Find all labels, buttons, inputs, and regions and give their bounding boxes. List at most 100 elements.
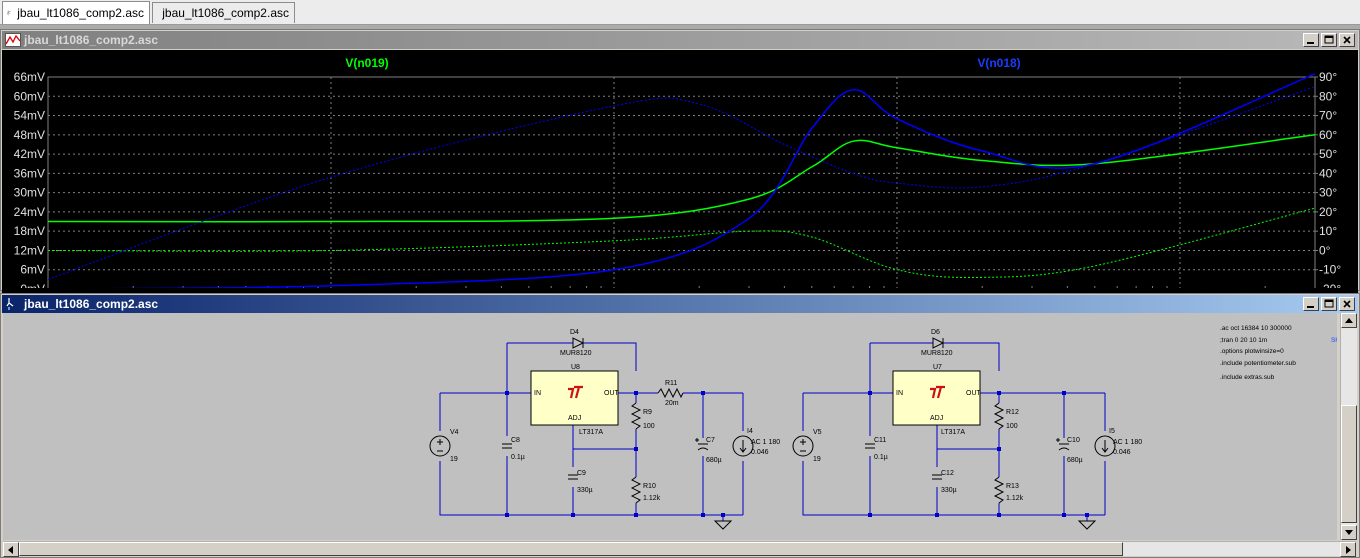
y-right-tick-label: 70°	[1319, 109, 1337, 123]
scroll-right-button[interactable]	[1340, 542, 1356, 557]
y-right-axis: 90° 80° 70° 60° 50° 40° 30° 20° 10° 0° -10° -20°	[1315, 70, 1341, 288]
reg-ref: U8	[571, 364, 580, 371]
resistor-r11[interactable]	[657, 387, 684, 399]
diode-d4[interactable]	[572, 337, 585, 349]
schematic-icon	[6, 298, 14, 310]
resistor-r13[interactable]	[993, 476, 1005, 504]
maximize-button[interactable]	[1321, 297, 1337, 311]
load-value-ac: AC 1 180	[1113, 439, 1142, 446]
rbot-ref: R10	[643, 483, 656, 490]
cin-value: 0.1µ	[874, 454, 888, 461]
current-source-i5[interactable]	[1094, 435, 1116, 457]
cadj-ref: C12	[941, 470, 954, 477]
circuit-2: D6 MUR8120 U7 IN OUT ADJ LT317A V5 19 C1…	[792, 329, 1142, 530]
rtop-value: 100	[643, 423, 655, 430]
tab-label: jbau_lt1086_comp2.asc	[162, 6, 289, 20]
rbot-ref: R13	[1006, 483, 1019, 490]
schematic-canvas[interactable]: D4 MUR8120 U8 IN OUT ADJ LT317A V4 19 C8…	[3, 313, 1337, 540]
reg-ref: U7	[933, 364, 942, 371]
rtop-ref: R9	[643, 409, 652, 416]
src-ref: V5	[813, 429, 822, 436]
waveform-titlebar[interactable]: jbau_lt1086_comp2.asc	[2, 31, 1358, 49]
rser-value: 20m	[665, 400, 679, 407]
y-left-tick-label: 12mV	[14, 243, 45, 257]
cin-ref: C8	[511, 437, 520, 444]
reg-pin-adj: ADJ	[568, 415, 581, 422]
y-right-tick-label: 80°	[1319, 89, 1337, 103]
voltage-source-v4[interactable]	[429, 435, 451, 457]
cadj-value: 330µ	[577, 487, 593, 494]
directive-include-extras[interactable]: .include extras.sub	[1220, 374, 1275, 381]
tab-schematic[interactable]: jbau_lt1086_comp2.asc	[2, 1, 150, 24]
directive-tran[interactable]: ;tran 0 20 10 1m	[1220, 337, 1267, 344]
horizontal-scrollbar[interactable]	[3, 541, 1356, 557]
edge-text: Sh	[1331, 337, 1337, 344]
voltage-source-v5[interactable]	[792, 435, 814, 457]
close-button[interactable]	[1339, 297, 1355, 311]
cout-ref: C10	[1067, 437, 1080, 444]
ground-icon	[1077, 520, 1097, 530]
capacitor-c8[interactable]	[502, 443, 512, 449]
scroll-left-button[interactable]	[3, 542, 19, 557]
diode-d6[interactable]	[932, 337, 945, 349]
scroll-down-button[interactable]	[1341, 525, 1357, 540]
maximize-button[interactable]	[1321, 33, 1337, 47]
scroll-up-button[interactable]	[1341, 313, 1357, 328]
plot-chart[interactable]: 66mV 60mV 54mV 48mV 42mV 36mV 30mV 24mV 18mV 12mV…	[2, 50, 1358, 288]
reg-pin-adj: ADJ	[930, 415, 943, 422]
cout-value: 680µ	[1067, 457, 1083, 464]
src-value: 19	[813, 456, 821, 463]
directive-options[interactable]: .options plotwinsize=0	[1220, 348, 1284, 355]
tab-waveform[interactable]: jbau_lt1086_comp2.asc	[152, 2, 295, 23]
capacitor-c11[interactable]	[865, 443, 875, 449]
cout-ref: C7	[706, 437, 715, 444]
ground-icon	[713, 520, 733, 530]
cin-ref: C11	[874, 437, 886, 444]
schematic-icon	[7, 10, 11, 16]
spice-directives[interactable]: .ac oct 16384 10 300000 ;tran 0 20 10 1m…	[1220, 325, 1337, 381]
trace-vn019-phase	[47, 207, 1316, 279]
y-right-tick-label: -20°	[1319, 282, 1341, 288]
vertical-scroll-thumb[interactable]	[1341, 405, 1357, 523]
reg-part: LT317A	[941, 429, 965, 436]
diode-ref: D6	[931, 329, 940, 336]
directive-include-pot[interactable]: .include potentiometer.sub	[1220, 360, 1296, 367]
waveform-icon	[5, 33, 21, 47]
resistor-r12[interactable]	[993, 402, 1005, 430]
minimize-button[interactable]	[1303, 33, 1319, 47]
diode-value: MUR8120	[560, 350, 592, 357]
window-title: jbau_lt1086_comp2.asc	[24, 297, 159, 311]
load-ref: I5	[1109, 428, 1115, 435]
schematic-drawing[interactable]: D4 MUR8120 U8 IN OUT ADJ LT317A V4 19 C8…	[3, 313, 1337, 540]
ltspice-app: jbau_lt1086_comp2.asc jbau_lt1086_comp2.…	[0, 0, 1360, 558]
current-source-i4[interactable]	[732, 435, 754, 457]
y-right-tick-label: 60°	[1319, 128, 1337, 142]
waveform-window: jbau_lt1086_comp2.asc 66mV 60mV 54mV 48mV 42…	[0, 29, 1360, 314]
rser-ref: R11	[665, 380, 677, 387]
document-tab-bar: jbau_lt1086_comp2.asc jbau_lt1086_comp2.…	[0, 0, 1360, 25]
minimize-button[interactable]	[1303, 297, 1319, 311]
vertical-scrollbar[interactable]	[1340, 313, 1357, 540]
trace-vn019-magnitude	[47, 134, 1316, 223]
load-value-ac: AC 1 180	[751, 439, 780, 446]
reg-pin-out: OUT	[966, 390, 982, 397]
tab-label: jbau_lt1086_comp2.asc	[17, 6, 144, 20]
reg-pin-in: IN	[534, 390, 541, 397]
y-left-tick-label: 60mV	[14, 89, 45, 103]
trace-label-v-n018[interactable]: V(n018)	[977, 56, 1020, 70]
close-button[interactable]	[1339, 33, 1355, 47]
diode-ref: D4	[570, 329, 579, 336]
plot-grid	[47, 76, 1316, 288]
resistor-r9[interactable]	[630, 402, 642, 430]
directive-ac[interactable]: .ac oct 16384 10 300000	[1220, 325, 1292, 332]
y-right-tick-label: 30°	[1319, 186, 1337, 200]
plot-pane[interactable]: 66mV 60mV 54mV 48mV 42mV 36mV 30mV 24mV 18mV 12mV…	[2, 50, 1358, 314]
schematic-titlebar[interactable]: jbau_lt1086_comp2.asc	[2, 295, 1358, 313]
rtop-value: 100	[1006, 423, 1018, 430]
resistor-r10[interactable]	[630, 476, 642, 504]
trace-label-v-n019[interactable]: V(n019)	[345, 56, 388, 70]
horizontal-scroll-thumb[interactable]	[19, 542, 1123, 556]
y-right-tick-label: -10°	[1319, 263, 1341, 277]
load-value-dc: 0.046	[1113, 449, 1131, 456]
y-left-tick-label: 30mV	[14, 186, 45, 200]
